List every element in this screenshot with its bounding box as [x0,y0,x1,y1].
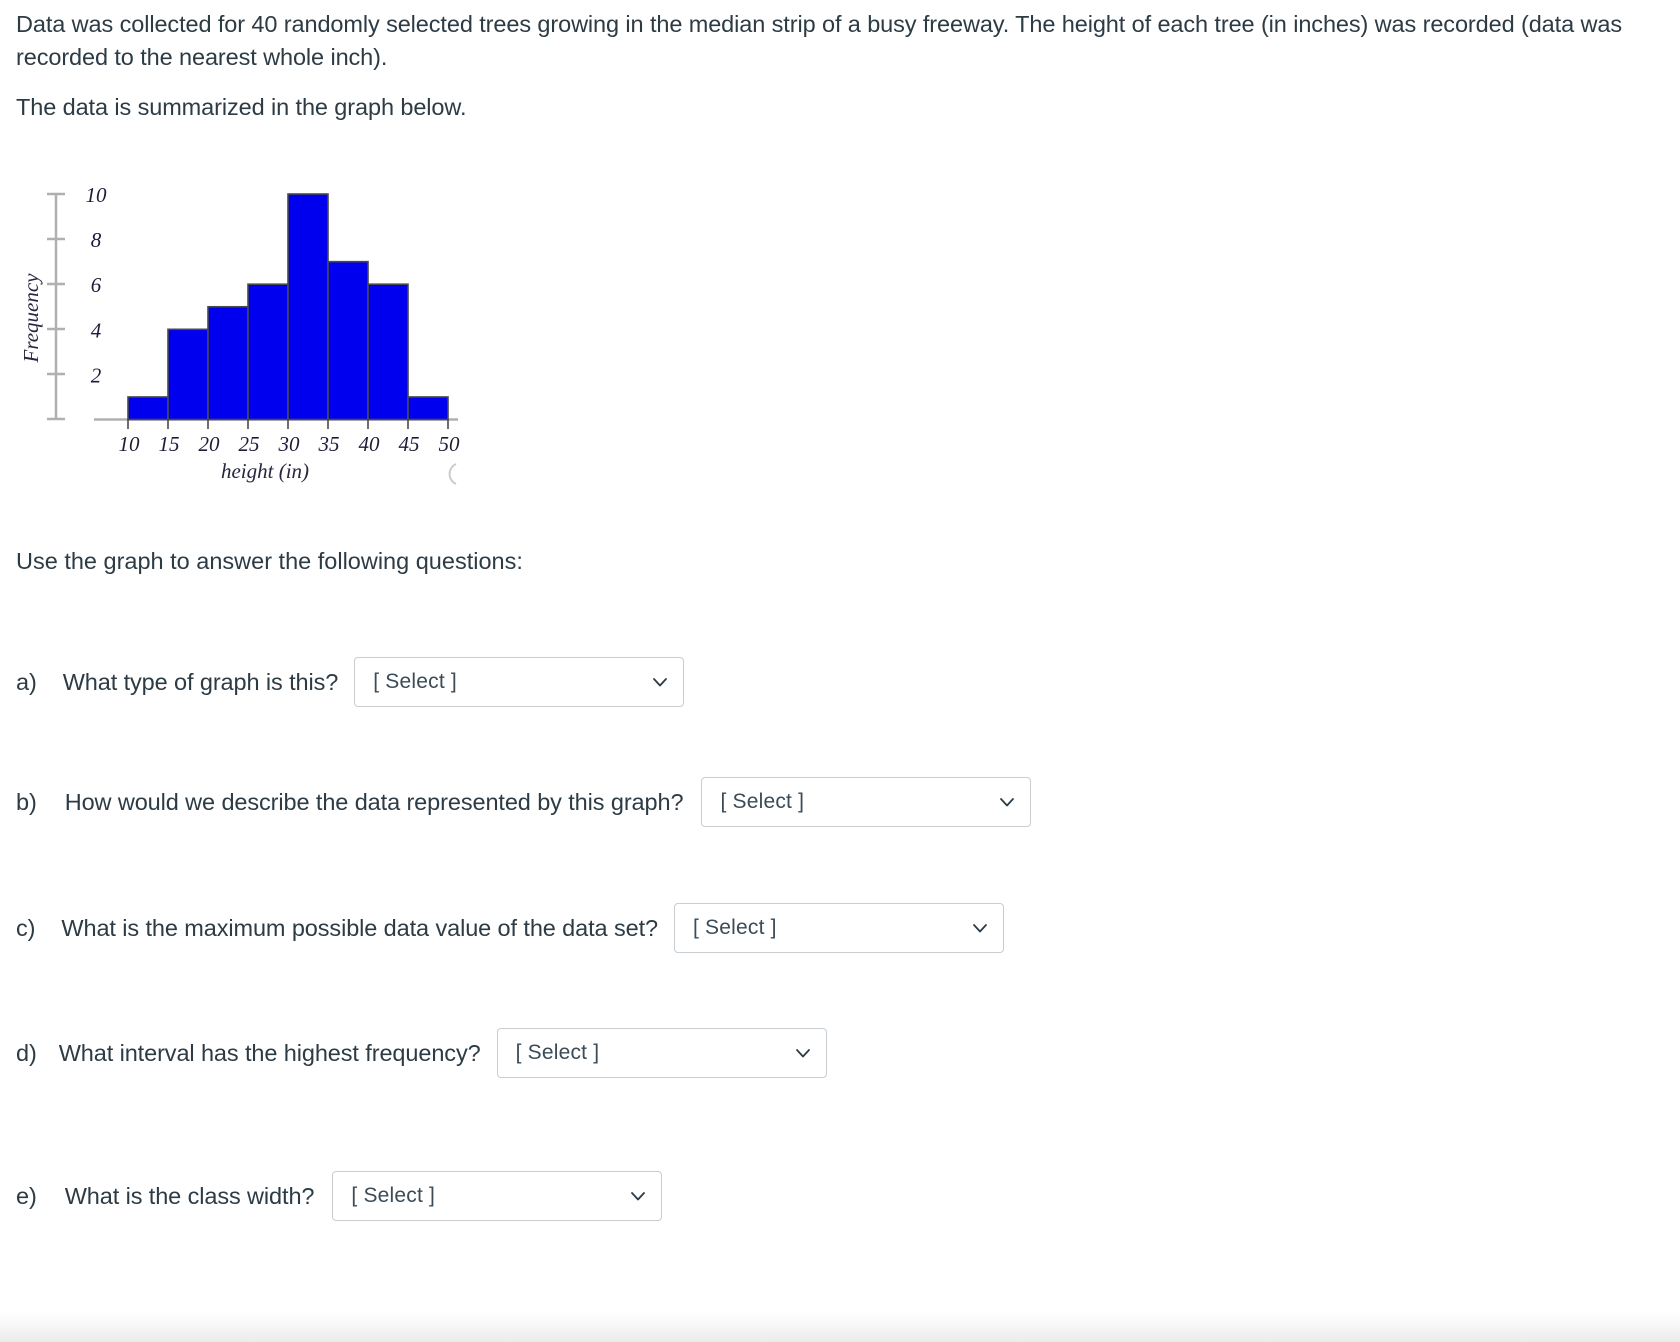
select-question-d[interactable]: [ Select ] [496,1028,827,1078]
x-tick-30: 30 [278,432,301,456]
question-e-text: What is the class width? [64,1182,315,1209]
x-tick-10: 10 [119,432,141,456]
question-a-marker: a) [16,668,37,695]
y-tick-8: 8 [91,228,102,252]
bar-35-40 [327,260,369,421]
bar-25-30 [247,283,289,421]
bar-30-35 [287,193,329,421]
question-row-b: b) How would we describe the data repres… [16,777,1032,827]
question-row-c: c) What is the maximum possible data val… [16,903,1004,953]
histogram-bars [127,193,449,421]
y-tick-4: 4 [91,318,102,342]
question-a-text: What type of graph is this? [62,668,339,695]
select-e-value: [ Select ] [351,1184,436,1207]
y-tick-10: 10 [86,183,108,207]
y-axis-label: Frequency [19,273,43,364]
x-tick-35: 35 [318,432,340,456]
select-c-value: [ Select ] [692,916,777,939]
question-c-text: What is the maximum possible data value … [61,914,658,941]
x-tick-40: 40 [359,432,381,456]
section-prompt: Use the graph to answer the following qu… [16,548,523,574]
x-tick-50: 50 [439,432,461,456]
select-question-e[interactable]: [ Select ] [332,1171,663,1221]
question-row-a: a) What type of graph is this? [ Select … [16,657,685,707]
y-tick-2: 2 [91,363,102,387]
intro-prose: Data was collected for 40 randomly selec… [16,8,1656,142]
question-page: Data was collected for 40 randomly selec… [0,0,1680,1342]
bar-15-20 [167,328,209,421]
intro-paragraph-1: Data was collected for 40 randomly selec… [16,11,1622,71]
select-question-c[interactable]: [ Select ] [673,903,1004,953]
select-b-value: [ Select ] [720,790,805,813]
chevron-down-icon [629,1187,647,1205]
question-b-text: How would we describe the data represent… [64,788,684,815]
select-d-value: [ Select ] [515,1041,600,1064]
select-question-a[interactable]: [ Select ] [354,657,685,707]
intro-paragraph-2: The data is summarized in the graph belo… [16,93,467,120]
x-tick-20: 20 [199,432,221,456]
footer-bar [0,1312,1680,1342]
x-tick-25: 25 [239,432,260,456]
question-e-marker: e) [16,1182,37,1209]
select-question-b[interactable]: [ Select ] [701,777,1032,827]
x-axis-label: height (in) [221,459,309,483]
chevron-down-icon [998,793,1016,811]
bar-10-15 [127,396,169,421]
question-row-e: e) What is the class width? [ Select ] [16,1171,663,1221]
x-tick-45: 45 [399,432,420,456]
bar-45-50 [407,396,449,421]
x-tick-15: 15 [159,432,180,456]
question-d-text: What interval has the highest frequency? [58,1039,481,1066]
question-row-d: d) What interval has the highest frequen… [16,1028,827,1078]
chevron-down-icon [794,1044,812,1062]
select-a-value: [ Select ] [373,670,457,693]
histogram-figure: Frequency 10 8 6 4 2 10 15 20 25 30 35 4… [18,168,498,488]
question-d-marker: d) [16,1039,37,1066]
chevron-down-icon [971,919,989,937]
crop-artifact-arc [448,463,457,485]
histogram-chart: Frequency 10 8 6 4 2 10 15 20 25 30 35 4… [19,183,461,485]
bar-20-25 [207,305,249,421]
y-tick-6: 6 [91,273,102,297]
bar-40-45 [367,283,409,421]
question-b-marker: b) [16,788,37,815]
chevron-down-icon [651,673,669,691]
y-axis-line [47,192,65,421]
question-c-marker: c) [16,914,36,941]
